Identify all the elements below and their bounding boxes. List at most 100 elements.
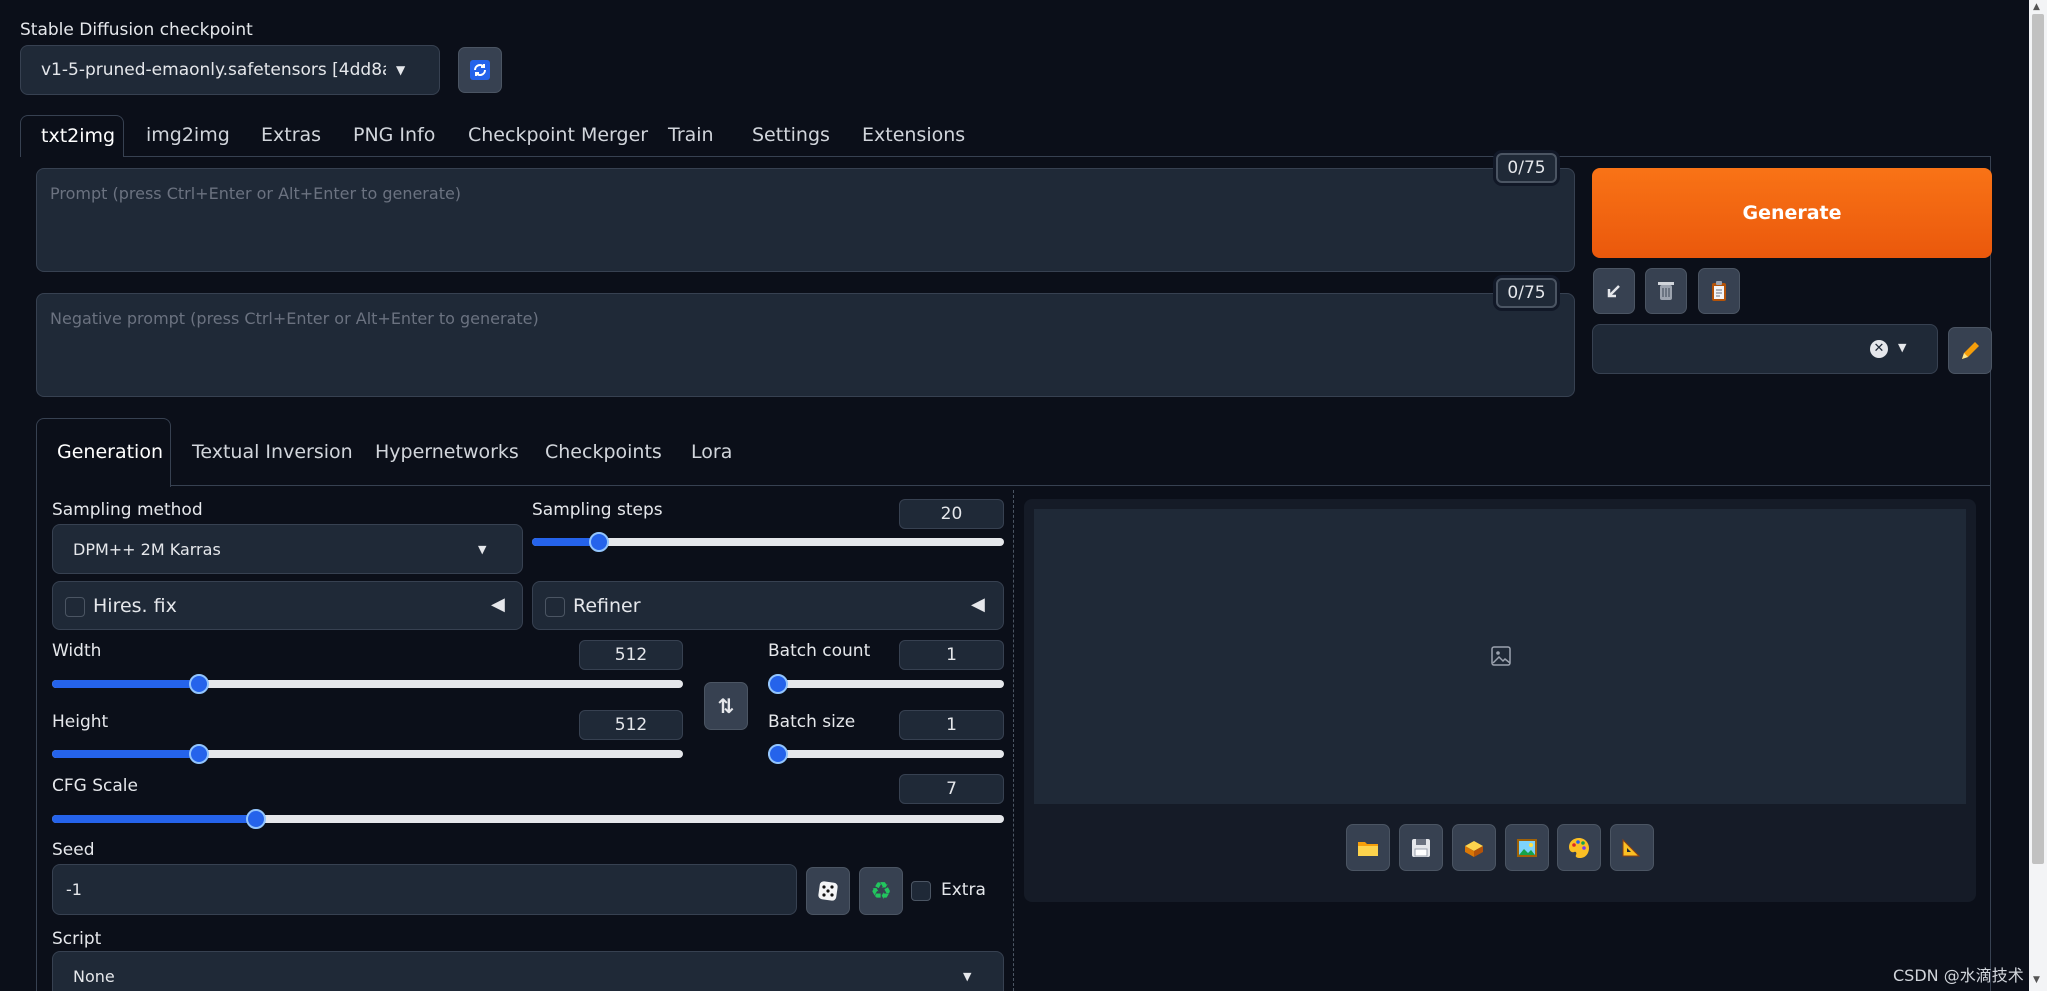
slider-thumb[interactable] bbox=[189, 744, 209, 764]
width-label: Width bbox=[52, 641, 102, 661]
sampling-steps-input[interactable]: 20 bbox=[899, 499, 1004, 529]
sampling-steps-slider[interactable] bbox=[532, 532, 1004, 552]
batch-size-slider[interactable] bbox=[768, 744, 1004, 764]
refresh-icon bbox=[470, 60, 490, 80]
extra-checkbox[interactable] bbox=[911, 881, 931, 901]
generate-button[interactable]: Generate bbox=[1592, 168, 1992, 258]
tab-checkpoints[interactable]: Checkpoints bbox=[545, 441, 662, 463]
save-button[interactable] bbox=[1399, 824, 1443, 871]
cfg-scale-input[interactable]: 7 bbox=[899, 774, 1004, 804]
sampling-method-label: Sampling method bbox=[52, 500, 203, 520]
height-input[interactable]: 512 bbox=[579, 710, 683, 740]
tab-generation[interactable]: Generation bbox=[36, 418, 171, 487]
scroll-up-icon[interactable]: ▲ bbox=[2033, 2, 2040, 12]
refresh-checkpoint-button[interactable] bbox=[458, 47, 502, 93]
seed-input[interactable]: -1 bbox=[52, 864, 797, 915]
refiner-label: Refiner bbox=[573, 595, 641, 617]
tab-label: Generation bbox=[57, 441, 163, 463]
slider-thumb[interactable] bbox=[768, 674, 788, 694]
clear-icon[interactable]: ✕ bbox=[1870, 340, 1888, 358]
swap-arrows-icon: ⇅ bbox=[717, 694, 735, 718]
tab-settings[interactable]: Settings bbox=[752, 124, 830, 146]
batch-count-label: Batch count bbox=[768, 641, 871, 661]
negative-prompt-textarea[interactable]: Negative prompt (press Ctrl+Enter or Alt… bbox=[36, 293, 1575, 397]
cfg-scale-label: CFG Scale bbox=[52, 776, 138, 796]
tab-lora[interactable]: Lora bbox=[691, 441, 732, 463]
package-icon bbox=[1465, 840, 1483, 857]
read-params-button[interactable] bbox=[1593, 268, 1635, 314]
checkpoint-label: Stable Diffusion checkpoint bbox=[20, 20, 253, 40]
image-gallery[interactable] bbox=[1034, 509, 1966, 804]
clear-prompt-button[interactable] bbox=[1645, 268, 1687, 314]
sampling-method-dropdown[interactable]: DPM++ 2M Karras ▼ bbox=[52, 524, 523, 574]
batch-count-slider[interactable] bbox=[768, 674, 1004, 694]
arrow-down-left-icon bbox=[1607, 285, 1620, 298]
clipboard-icon bbox=[1712, 281, 1726, 301]
save-icon bbox=[1412, 838, 1430, 857]
tab-hypernetworks[interactable]: Hypernetworks bbox=[375, 441, 519, 463]
height-label: Height bbox=[52, 712, 109, 732]
zip-button[interactable] bbox=[1452, 824, 1496, 871]
seed-value: -1 bbox=[66, 880, 82, 899]
prompt-placeholder: Prompt (press Ctrl+Enter or Alt+Enter to… bbox=[50, 184, 462, 203]
negative-prompt-placeholder: Negative prompt (press Ctrl+Enter or Alt… bbox=[50, 309, 539, 328]
folder-icon bbox=[1358, 841, 1378, 856]
tab-textual-inversion[interactable]: Textual Inversion bbox=[192, 441, 353, 463]
tab-png-info[interactable]: PNG Info bbox=[353, 124, 435, 146]
send-to-inpaint-button[interactable] bbox=[1557, 824, 1601, 871]
slider-thumb[interactable] bbox=[589, 532, 609, 552]
send-to-img2img-button[interactable] bbox=[1505, 824, 1549, 871]
tab-img2img[interactable]: img2img bbox=[146, 124, 230, 146]
pencil-icon bbox=[1962, 341, 1979, 359]
refiner-checkbox[interactable] bbox=[545, 597, 565, 617]
scroll-down-icon[interactable]: ▼ bbox=[2033, 975, 2040, 985]
send-to-extras-button[interactable] bbox=[1610, 824, 1654, 871]
scrollbar-track[interactable]: ▲ ▼ bbox=[2029, 0, 2047, 991]
hires-fix-checkbox[interactable] bbox=[65, 597, 85, 617]
picture-icon bbox=[1517, 838, 1537, 857]
hires-fix-accordion[interactable]: Hires. fix ◀ bbox=[52, 581, 523, 630]
chevron-down-icon: ▼ bbox=[1898, 341, 1907, 354]
slider-thumb[interactable] bbox=[189, 674, 209, 694]
palette-icon bbox=[1569, 837, 1589, 858]
slider-thumb[interactable] bbox=[246, 809, 266, 829]
column-divider bbox=[1013, 490, 1014, 991]
extra-label: Extra bbox=[941, 880, 986, 900]
sampling-steps-label: Sampling steps bbox=[532, 500, 663, 520]
reuse-seed-button[interactable]: ♻ bbox=[859, 867, 903, 915]
cfg-scale-slider[interactable] bbox=[52, 809, 1004, 829]
hires-fix-label: Hires. fix bbox=[93, 595, 177, 617]
tab-checkpoint-merger[interactable]: Checkpoint Merger bbox=[468, 124, 648, 146]
prompt-token-counter: 0/75 bbox=[1496, 153, 1557, 183]
open-folder-button[interactable] bbox=[1346, 824, 1390, 871]
slider-thumb[interactable] bbox=[768, 744, 788, 764]
edit-styles-button[interactable] bbox=[1948, 327, 1992, 374]
panel-left-border bbox=[36, 486, 37, 991]
tab-txt2img[interactable]: txt2img bbox=[20, 115, 124, 157]
styles-dropdown[interactable]: ✕ ▼ bbox=[1592, 324, 1938, 374]
scrollbar-thumb[interactable] bbox=[2032, 14, 2044, 864]
negative-prompt-token-counter: 0/75 bbox=[1496, 278, 1557, 308]
checkpoint-dropdown[interactable]: v1-5-pruned-emaonly.safetensors [4dd8ac2… bbox=[20, 45, 440, 95]
width-input[interactable]: 512 bbox=[579, 640, 683, 670]
script-value: None bbox=[73, 966, 115, 986]
panel-border bbox=[1990, 156, 1991, 991]
batch-size-input[interactable]: 1 bbox=[899, 710, 1004, 740]
prompt-textarea[interactable]: Prompt (press Ctrl+Enter or Alt+Enter to… bbox=[36, 168, 1575, 272]
image-placeholder-icon bbox=[1491, 646, 1511, 666]
random-seed-button[interactable] bbox=[806, 867, 850, 915]
tab-extensions[interactable]: Extensions bbox=[862, 124, 965, 146]
script-dropdown[interactable]: None ▼ bbox=[52, 951, 1004, 991]
chevron-down-icon: ▼ bbox=[963, 969, 972, 983]
height-slider[interactable] bbox=[52, 744, 683, 764]
tab-extras[interactable]: Extras bbox=[261, 124, 321, 146]
swap-dimensions-button[interactable]: ⇅ bbox=[704, 682, 748, 730]
script-label: Script bbox=[52, 929, 102, 949]
refiner-accordion[interactable]: Refiner ◀ bbox=[532, 581, 1004, 630]
recycle-icon: ♻ bbox=[870, 877, 892, 905]
tab-train[interactable]: Train bbox=[668, 124, 714, 146]
apply-styles-button[interactable] bbox=[1698, 268, 1740, 314]
batch-count-input[interactable]: 1 bbox=[899, 640, 1004, 670]
width-slider[interactable] bbox=[52, 674, 683, 694]
subtab-divider bbox=[171, 485, 1991, 486]
